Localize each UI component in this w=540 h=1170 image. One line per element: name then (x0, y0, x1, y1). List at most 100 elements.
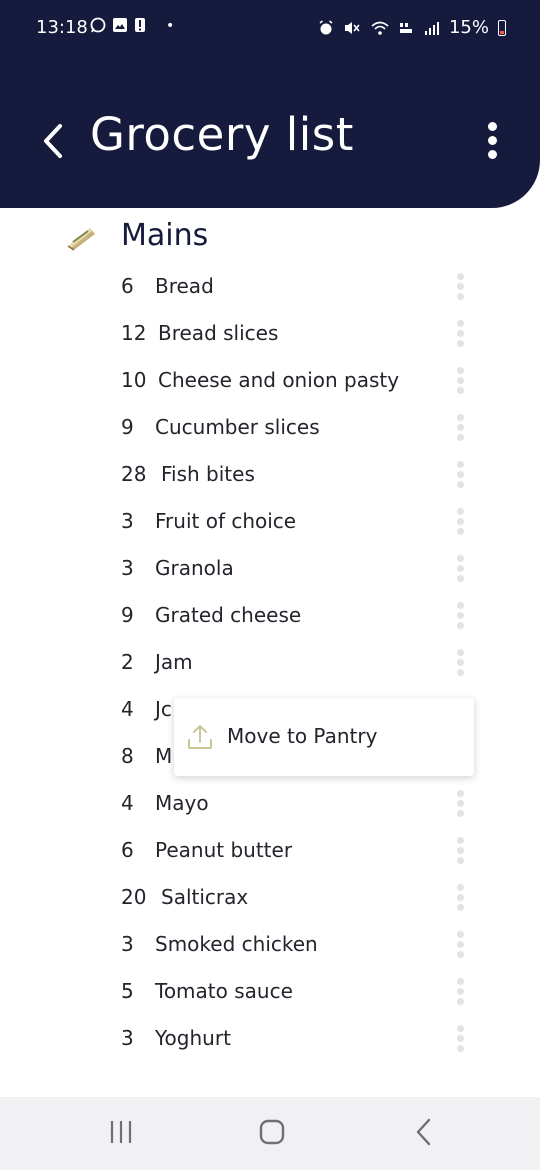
more-vertical-icon (456, 508, 464, 515)
more-vertical-icon (456, 602, 464, 609)
list-item[interactable]: 10 Cheese and onion pasty (0, 357, 540, 404)
more-vertical-icon (456, 649, 464, 656)
system-nav-bar (0, 1097, 540, 1170)
item-name: Jc (155, 697, 172, 721)
item-quantity: 2 (121, 650, 134, 674)
recent-apps-button[interactable] (108, 1117, 134, 1147)
list-item[interactable]: 6 Peanut butter (0, 827, 540, 874)
item-menu-button[interactable] (451, 414, 469, 444)
more-vertical-icon (456, 978, 464, 985)
section-title: Mains (121, 218, 209, 253)
list-item[interactable]: 3 Granola (0, 545, 540, 592)
whatsapp-icon (90, 17, 106, 33)
upload-icon (188, 725, 212, 749)
list-item[interactable]: 3 Yoghurt (0, 1015, 540, 1062)
move-to-pantry-label: Move to Pantry (227, 724, 378, 748)
more-vertical-icon (456, 884, 464, 891)
item-quantity: 3 (121, 1026, 134, 1050)
item-name: Cucumber slices (155, 415, 320, 439)
item-menu-button[interactable] (451, 461, 469, 491)
volte-icon (399, 22, 412, 33)
recent-apps-icon (110, 1121, 132, 1143)
item-name: Cheese and onion pasty (158, 368, 400, 392)
item-menu-button[interactable] (451, 837, 469, 867)
item-quantity: 8 (121, 744, 134, 768)
status-bar: 13:18 • 15% (0, 0, 540, 58)
battery-percent: 15% (448, 17, 489, 38)
item-name: Jam (155, 650, 193, 674)
battery-icon (498, 19, 506, 36)
more-vertical-icon (487, 122, 497, 131)
list-item[interactable]: 4 Mayo (0, 780, 540, 827)
item-quantity: 4 (121, 697, 134, 721)
more-vertical-icon (456, 837, 464, 844)
status-dot: • (166, 18, 175, 34)
item-quantity: 5 (121, 979, 134, 1003)
list-item[interactable]: 2 Jam (0, 639, 540, 686)
back-button[interactable] (38, 120, 70, 162)
chevron-left-icon (44, 124, 62, 158)
item-name: Fish bites (161, 462, 255, 486)
list-item[interactable]: 9 Cucumber slices (0, 404, 540, 451)
item-quantity: 12 (121, 321, 147, 345)
signal-icon (424, 21, 439, 35)
list-item[interactable]: 9 Grated cheese (0, 592, 540, 639)
item-menu-button[interactable] (451, 790, 469, 820)
item-menu-button[interactable] (451, 367, 469, 397)
item-quantity: 6 (121, 838, 134, 862)
more-vertical-icon (456, 320, 464, 327)
home-button[interactable] (258, 1117, 286, 1147)
alert-icon (135, 18, 145, 32)
list-item[interactable]: 6 Bread (0, 263, 540, 310)
list-item[interactable]: 3 Fruit of choice (0, 498, 540, 545)
list-item[interactable]: 3 Smoked chicken (0, 921, 540, 968)
item-menu-button[interactable] (451, 978, 469, 1008)
list-item[interactable]: 12 Bread slices (0, 310, 540, 357)
item-menu-button[interactable] (451, 602, 469, 632)
item-menu-button[interactable] (451, 1025, 469, 1055)
more-options-button[interactable] (482, 122, 502, 162)
list-item[interactable]: 20 Salticrax (0, 874, 540, 921)
gallery-icon (113, 18, 127, 32)
more-vertical-icon (456, 273, 464, 280)
item-name: M (155, 744, 173, 768)
item-menu-button[interactable] (451, 555, 469, 585)
item-menu-button[interactable] (451, 884, 469, 914)
item-name: Grated cheese (155, 603, 302, 627)
item-quantity: 3 (121, 932, 134, 956)
item-quantity: 9 (121, 415, 134, 439)
item-menu-button[interactable] (451, 649, 469, 679)
more-vertical-icon (456, 790, 464, 797)
item-menu-button[interactable] (451, 931, 469, 961)
item-name: Bread slices (158, 321, 279, 345)
item-quantity: 4 (121, 791, 134, 815)
system-back-button[interactable] (412, 1117, 436, 1147)
item-quantity: 20 (121, 885, 147, 909)
item-name: Bread (155, 274, 214, 298)
move-to-pantry-option[interactable]: Move to Pantry (174, 698, 474, 776)
item-name: Granola (155, 556, 234, 580)
more-vertical-icon (456, 1025, 464, 1032)
more-vertical-icon (456, 367, 464, 374)
item-name: Peanut butter (155, 838, 293, 862)
item-name: Yoghurt (155, 1026, 231, 1050)
item-quantity: 28 (121, 462, 147, 486)
grocery-list: 6 Bread 12 Bread slices 10 Cheese and onion… (0, 263, 540, 1062)
home-icon (259, 1119, 285, 1145)
item-menu-button[interactable] (451, 508, 469, 538)
list-item[interactable]: 28 Fish bites (0, 451, 540, 498)
more-vertical-icon (456, 931, 464, 938)
status-time: 13:18 (36, 17, 88, 38)
item-context-menu: Move to Pantry (174, 698, 474, 776)
item-menu-button[interactable] (451, 273, 469, 303)
app-header: 13:18 • 15% Grocery list (0, 0, 540, 208)
item-name: Smoked chicken (155, 932, 318, 956)
notification-icons (90, 17, 146, 33)
system-icons: 15% (318, 17, 506, 38)
item-menu-button[interactable] (451, 320, 469, 350)
wifi-icon (371, 21, 389, 35)
list-item[interactable]: 5 Tomato sauce (0, 968, 540, 1015)
item-quantity: 9 (121, 603, 134, 627)
item-quantity: 6 (121, 274, 134, 298)
page-title: Grocery list (90, 108, 354, 161)
